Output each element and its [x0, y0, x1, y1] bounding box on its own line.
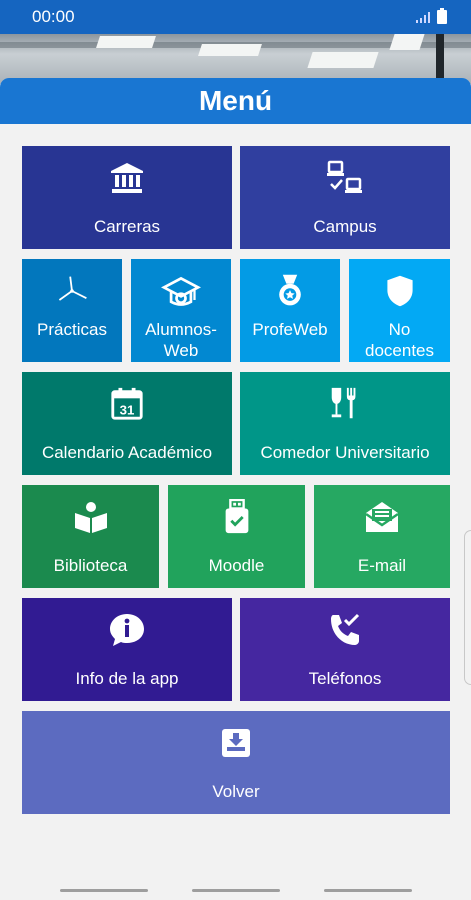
header-background-photo — [0, 34, 471, 84]
computers-check-icon — [327, 160, 362, 193]
tile-practicas[interactable]: Prácticas — [22, 259, 122, 362]
tile-label: Calendario Académico — [41, 443, 213, 462]
tile-comedor-universitario[interactable]: Comedor Universitario — [240, 372, 450, 475]
nav-back-button[interactable] — [324, 889, 412, 892]
tile-moodle[interactable]: Moodle — [168, 485, 305, 588]
tile-biblioteca[interactable]: Biblioteca — [22, 485, 159, 588]
edge-panel-handle[interactable] — [464, 530, 471, 685]
svg-text:31: 31 — [120, 402, 135, 417]
nav-recents-button[interactable] — [60, 889, 148, 892]
utensils-icon — [331, 387, 356, 419]
signal-icon — [416, 12, 430, 23]
tile-label: Biblioteca — [53, 556, 128, 575]
download-box-icon — [222, 729, 250, 757]
tile-label: Info de la app — [75, 669, 179, 688]
tile-label: No docentes — [365, 320, 434, 360]
tile-info-de-la-app[interactable]: Info de la app — [22, 598, 232, 701]
tile-label: E-mail — [357, 556, 407, 575]
tile-label: Carreras — [93, 217, 161, 236]
wind-turbine-icon — [58, 276, 87, 301]
tile-label: Teléfonos — [308, 669, 382, 688]
info-bubble-icon — [110, 614, 144, 646]
bank-icon — [111, 163, 143, 193]
phone-check-icon — [331, 613, 360, 645]
status-bar: 00:00 — [0, 0, 471, 34]
usb-check-icon — [225, 499, 248, 534]
menu-header: Menú — [0, 78, 471, 124]
medal-icon — [279, 274, 301, 306]
tile-label: Campus — [313, 217, 377, 236]
book-reader-icon — [74, 502, 107, 533]
tile-label: Moodle — [208, 556, 265, 575]
shield-icon — [386, 275, 413, 307]
tile-alumnos-web[interactable]: Alumnos-Web — [131, 259, 231, 362]
graduation-cap-icon — [161, 276, 201, 306]
system-navigation-bar — [0, 880, 471, 900]
battery-icon — [437, 8, 447, 24]
tile-no-docentes[interactable]: No docentes — [349, 259, 450, 362]
nav-home-button[interactable] — [192, 889, 280, 892]
status-icons — [415, 8, 447, 24]
tile-profeweb[interactable]: ProfeWeb — [240, 259, 340, 362]
status-time: 00:00 — [32, 7, 75, 26]
tile-campus[interactable]: Campus — [240, 146, 450, 249]
tile-label: Volver — [212, 782, 260, 801]
tile-calendario-academico[interactable]: 31 Calendario Académico — [22, 372, 232, 475]
envelope-open-icon — [365, 502, 399, 532]
calendar-icon: 31 — [111, 387, 143, 420]
tile-email[interactable]: E-mail — [314, 485, 450, 588]
tile-telefonos[interactable]: Teléfonos — [240, 598, 450, 701]
tile-label: ProfeWeb — [252, 320, 328, 339]
tile-label: Comedor Universitario — [260, 443, 430, 462]
tile-carreras[interactable]: Carreras — [22, 146, 232, 249]
page-title: Menú — [198, 85, 273, 116]
tile-label: Alumnos-Web — [145, 320, 217, 360]
tile-volver[interactable]: Volver — [22, 711, 450, 814]
tile-label: Prácticas — [37, 320, 107, 339]
